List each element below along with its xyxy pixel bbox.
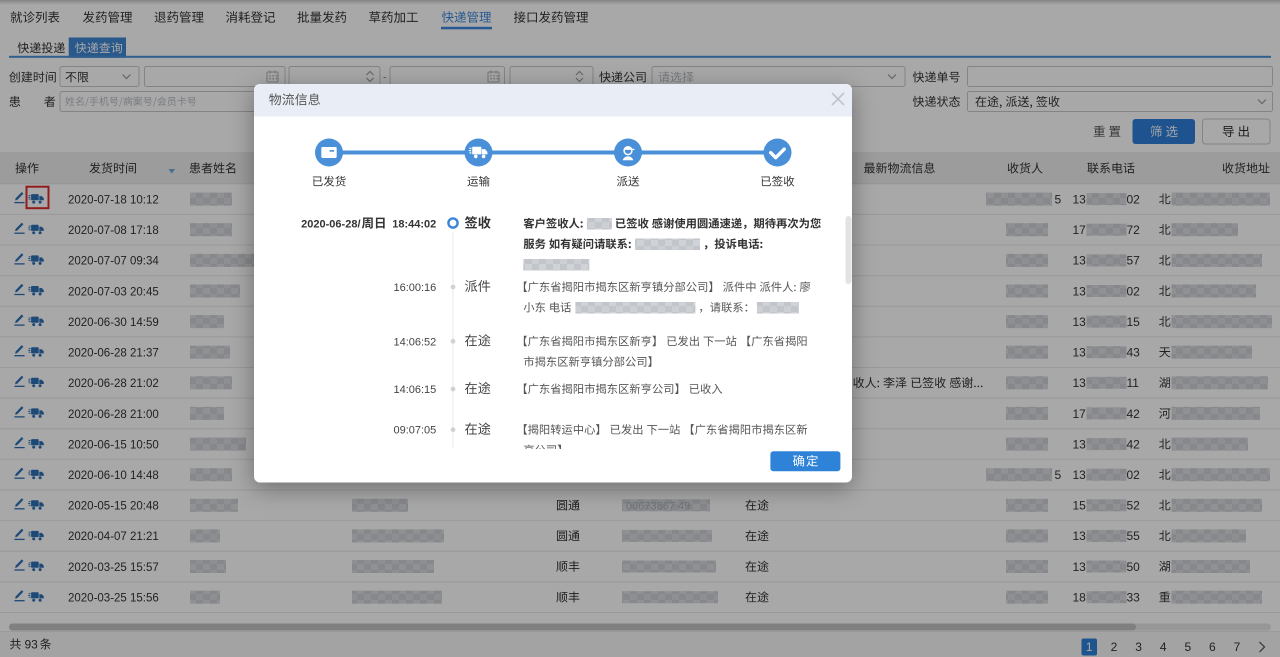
svg-text:14:06:15: 14:06:15 [393,384,436,396]
svg-text:14:06:52: 14:06:52 [393,336,436,348]
svg-text:18:44:02: 18:44:02 [392,219,436,231]
svg-text:16:00:16: 16:00:16 [393,282,436,294]
svg-text:2020-06-28/: 2020-06-28/ [301,219,360,231]
svg-text:09:07:05: 09:07:05 [393,425,436,437]
